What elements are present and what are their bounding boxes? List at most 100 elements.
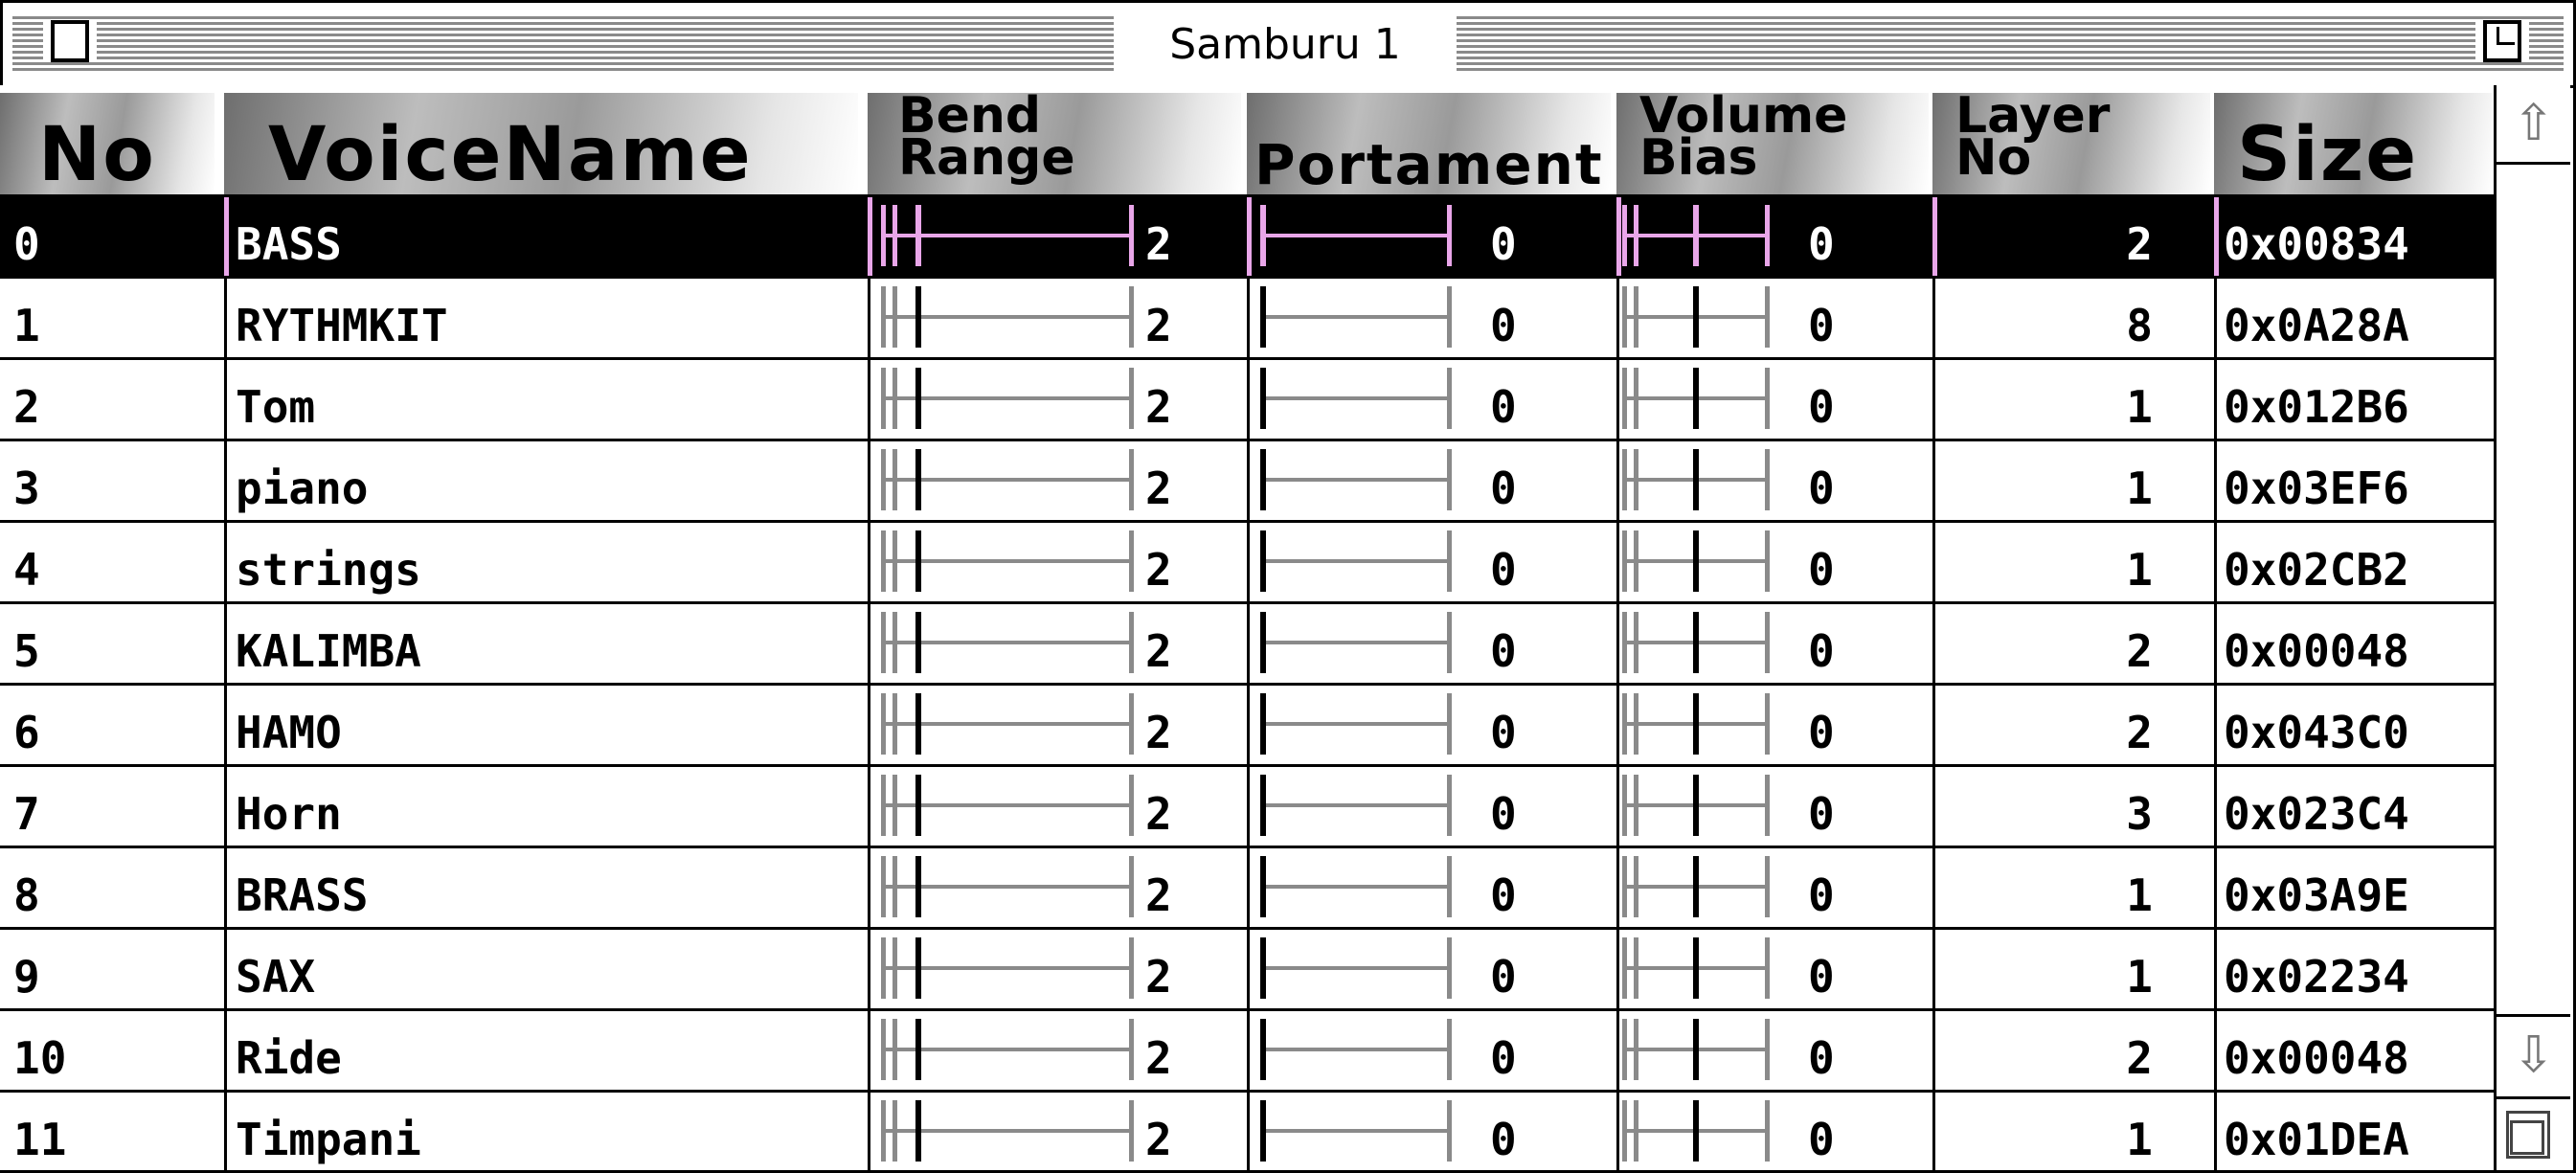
bend-range-slider[interactable] [881,856,1134,919]
volume-bias-slider-thumb[interactable] [1693,693,1699,755]
bend-range-slider-thumb[interactable] [915,612,921,673]
portament-slider-thumb[interactable] [1260,1019,1266,1080]
portament-slider[interactable] [1260,693,1452,756]
portament-slider[interactable] [1260,205,1452,268]
portament-slider-thumb[interactable] [1260,368,1266,429]
portament-slider[interactable] [1260,612,1452,675]
volume-bias-slider[interactable] [1622,612,1770,675]
volume-bias-slider[interactable] [1622,937,1770,1001]
volume-bias-slider-thumb[interactable] [1693,1100,1699,1162]
column-header-portament[interactable]: Portament [1247,93,1611,194]
volume-bias-slider[interactable] [1622,530,1770,594]
bend-range-slider-thumb[interactable] [915,368,921,429]
bend-range-slider-thumb[interactable] [915,449,921,510]
bend-range-slider[interactable] [881,205,1134,268]
volume-bias-slider-thumb[interactable] [1693,286,1699,348]
volume-bias-slider-thumb[interactable] [1693,937,1699,999]
volume-bias-slider-thumb[interactable] [1693,1019,1699,1080]
bend-range-slider-thumb[interactable] [915,205,921,266]
table-row[interactable]: 8 BRASS 2 0 0 1 0x03A9E [0,848,2494,930]
table-row[interactable]: 1 RYTHMKIT 2 0 0 8 0x0A28A [0,279,2494,360]
resize-icon[interactable] [2494,1096,2570,1170]
table-row[interactable]: 11 Timpani 2 0 0 1 0x01DEA [0,1093,2494,1170]
volume-bias-slider-right-cap [1765,693,1770,755]
volume-bias-slider-thumb[interactable] [1693,612,1699,673]
volume-bias-slider[interactable] [1622,775,1770,838]
bend-range-slider[interactable] [881,1019,1134,1082]
portament-slider-thumb[interactable] [1260,205,1266,266]
bend-range-slider[interactable] [881,1100,1134,1163]
portament-slider[interactable] [1260,856,1452,919]
portament-slider[interactable] [1260,937,1452,1001]
bend-range-slider-thumb[interactable] [915,693,921,755]
volume-bias-slider-thumb[interactable] [1693,856,1699,917]
volume-bias-slider-thumb[interactable] [1693,530,1699,592]
portament-slider[interactable] [1260,530,1452,594]
portament-slider-thumb[interactable] [1260,612,1266,673]
portament-slider-thumb[interactable] [1260,775,1266,836]
portament-slider-thumb[interactable] [1260,693,1266,755]
volume-bias-slider[interactable] [1622,1100,1770,1163]
column-header-bend-range[interactable]: Bend Range [868,93,1241,194]
table-row[interactable]: 6 HAMO 2 0 0 2 0x043C0 [0,686,2494,767]
vertical-scrollbar[interactable]: ⇧ ⇩ [2494,85,2570,1170]
close-box-icon[interactable] [51,20,89,62]
volume-bias-slider[interactable] [1622,368,1770,431]
scroll-track[interactable] [2497,165,2570,1014]
bend-range-slider[interactable] [881,612,1134,675]
column-header-layer-no[interactable]: Layer No [1932,93,2210,194]
volume-bias-slider[interactable] [1622,449,1770,512]
table-row[interactable]: 7 Horn 2 0 0 3 0x023C4 [0,767,2494,848]
portament-slider-thumb[interactable] [1260,449,1266,510]
table-row[interactable]: 3 piano 2 0 0 1 0x03EF6 [0,441,2494,523]
bend-range-slider-thumb[interactable] [915,286,921,348]
table-row[interactable]: 4 strings 2 0 0 1 0x02CB2 [0,523,2494,604]
bend-range-slider[interactable] [881,449,1134,512]
bend-range-slider-thumb[interactable] [915,775,921,836]
table-row[interactable]: 10 Ride 2 0 0 2 0x00048 [0,1011,2494,1093]
portament-slider-thumb[interactable] [1260,530,1266,592]
column-header-volume-bias[interactable]: Volume Bias [1616,93,1929,194]
portament-slider-thumb[interactable] [1260,1100,1266,1162]
bend-range-slider-thumb[interactable] [915,1100,921,1162]
volume-bias-slider[interactable] [1622,856,1770,919]
bend-range-slider-thumb[interactable] [915,1019,921,1080]
portament-slider[interactable] [1260,775,1452,838]
portament-slider[interactable] [1260,1100,1452,1163]
portament-slider[interactable] [1260,368,1452,431]
portament-slider[interactable] [1260,449,1452,512]
bend-range-slider[interactable] [881,937,1134,1001]
volume-bias-slider-thumb[interactable] [1693,368,1699,429]
arrow-up-icon[interactable]: ⇧ [2497,85,2570,165]
portament-slider[interactable] [1260,1019,1452,1082]
portament-slider-thumb[interactable] [1260,286,1266,348]
volume-bias-slider[interactable] [1622,205,1770,268]
bend-range-slider[interactable] [881,530,1134,594]
portament-slider[interactable] [1260,286,1452,350]
volume-bias-slider[interactable] [1622,1019,1770,1082]
column-header-no[interactable]: No [0,93,215,194]
bend-range-slider[interactable] [881,286,1134,350]
table-row[interactable]: 5 KALIMBA 2 0 0 2 0x00048 [0,604,2494,686]
column-header-size[interactable]: Size [2214,93,2492,194]
bend-range-slider[interactable] [881,775,1134,838]
bend-range-slider[interactable] [881,693,1134,756]
bend-range-slider-thumb[interactable] [915,856,921,917]
arrow-down-icon[interactable]: ⇩ [2497,1014,2570,1094]
volume-bias-slider-thumb[interactable] [1693,449,1699,510]
portament-slider-thumb[interactable] [1260,937,1266,999]
table-row[interactable]: 0 BASS 2 0 0 2 0x00834 [0,197,2494,279]
bend-range-slider-thumb[interactable] [915,530,921,592]
portament-slider-thumb[interactable] [1260,856,1266,917]
table-row[interactable]: 2 Tom 2 0 0 1 0x012B6 [0,360,2494,441]
bend-range-slider-thumb[interactable] [915,937,921,999]
table-row[interactable]: 9 SAX 2 0 0 1 0x02234 [0,930,2494,1011]
volume-bias-slider[interactable] [1622,693,1770,756]
volume-bias-slider-thumb[interactable] [1693,775,1699,836]
bend-range-slider[interactable] [881,368,1134,431]
volume-bias-slider[interactable] [1622,286,1770,350]
column-header-voicename[interactable]: VoiceName [224,93,858,194]
zoom-box-icon[interactable] [2483,20,2521,62]
title-bar[interactable]: Samburu 1 [3,3,2573,88]
volume-bias-slider-thumb[interactable] [1693,205,1699,266]
